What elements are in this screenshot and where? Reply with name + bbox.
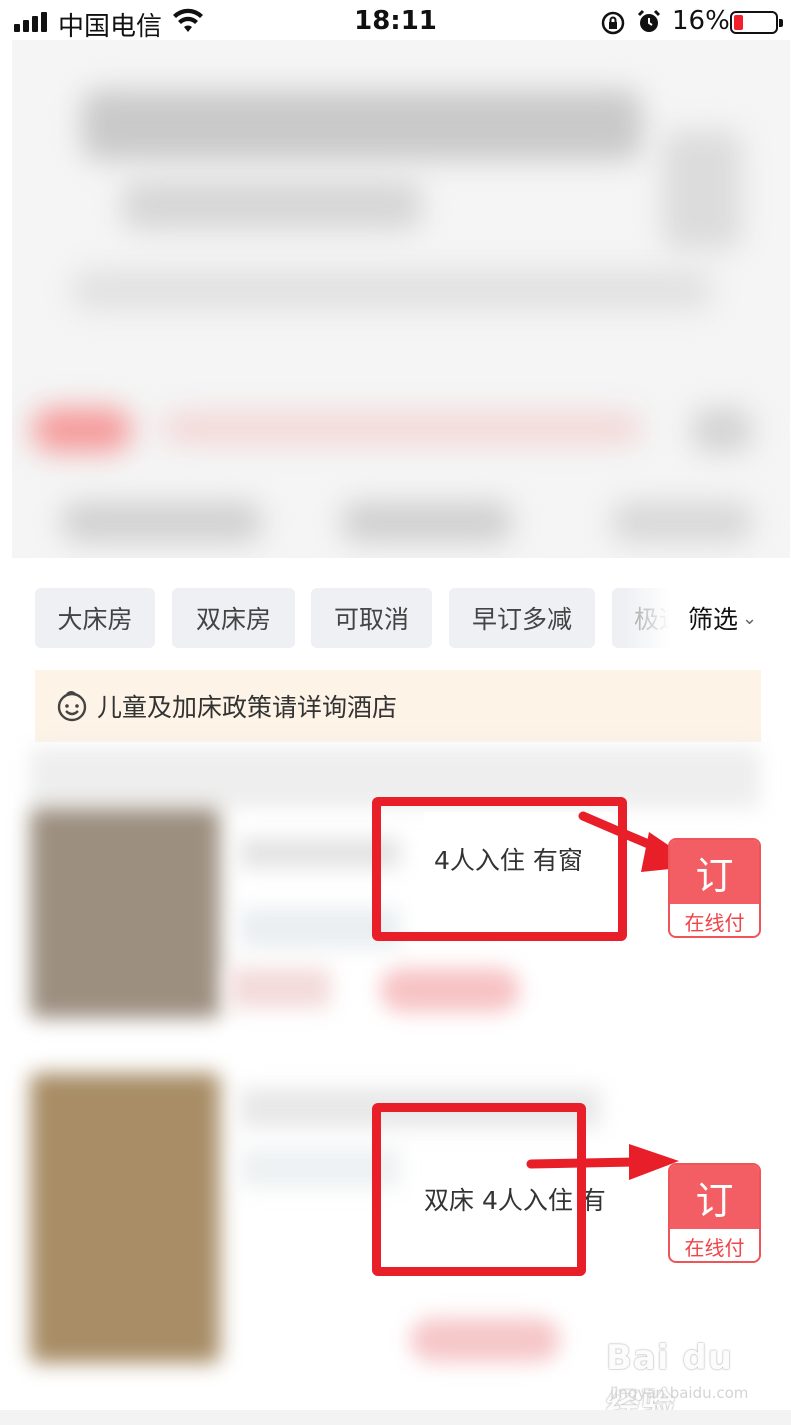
rotation-lock-icon	[601, 11, 625, 35]
filter-button[interactable]: 筛选 ⌄	[688, 598, 757, 638]
baidu-jingyan-watermark: Bai du 经验 jingyan.baidu.com	[600, 1338, 760, 1425]
book-label: 订	[670, 840, 759, 904]
blurred-tag	[230, 968, 330, 1008]
chip-twin-bed[interactable]: 双床房	[172, 588, 295, 648]
blurred-tag	[380, 968, 520, 1012]
book-button-1[interactable]: 订 在线付	[668, 838, 761, 938]
arrow-icon	[526, 1144, 679, 1180]
pay-online-label: 在线付	[684, 1235, 745, 1260]
status-bar: 中国电信 18:11 16%	[0, 0, 791, 44]
chevron-down-icon: ⌄	[742, 607, 758, 629]
alarm-icon	[637, 9, 661, 32]
battery-percent: 16%	[672, 6, 730, 36]
book-button-2[interactable]: 订 在线付	[668, 1163, 761, 1263]
pay-online-label: 在线付	[684, 910, 745, 935]
watermark-url: jingyan.baidu.com	[610, 1384, 749, 1402]
filter-label: 筛选	[688, 605, 739, 634]
blurred-hotel-header	[12, 40, 790, 558]
notice-text: 儿童及加床政策请详询酒店	[97, 693, 398, 722]
filter-chip-row: 大床房 双床房 可取消 早订多减 极速	[35, 588, 685, 648]
bottom-strip	[0, 1410, 791, 1425]
battery-icon	[730, 11, 783, 34]
chip-fade	[625, 588, 685, 648]
blurred-tag	[410, 1318, 560, 1362]
book-label: 订	[670, 1165, 759, 1229]
room-photo	[30, 1073, 220, 1363]
chip-early-booking[interactable]: 早订多减	[449, 588, 595, 648]
child-face-icon	[57, 691, 87, 722]
chip-big-bed[interactable]: 大床房	[35, 588, 155, 648]
room-photo	[30, 808, 220, 1018]
chip-cancellable[interactable]: 可取消	[311, 588, 432, 648]
